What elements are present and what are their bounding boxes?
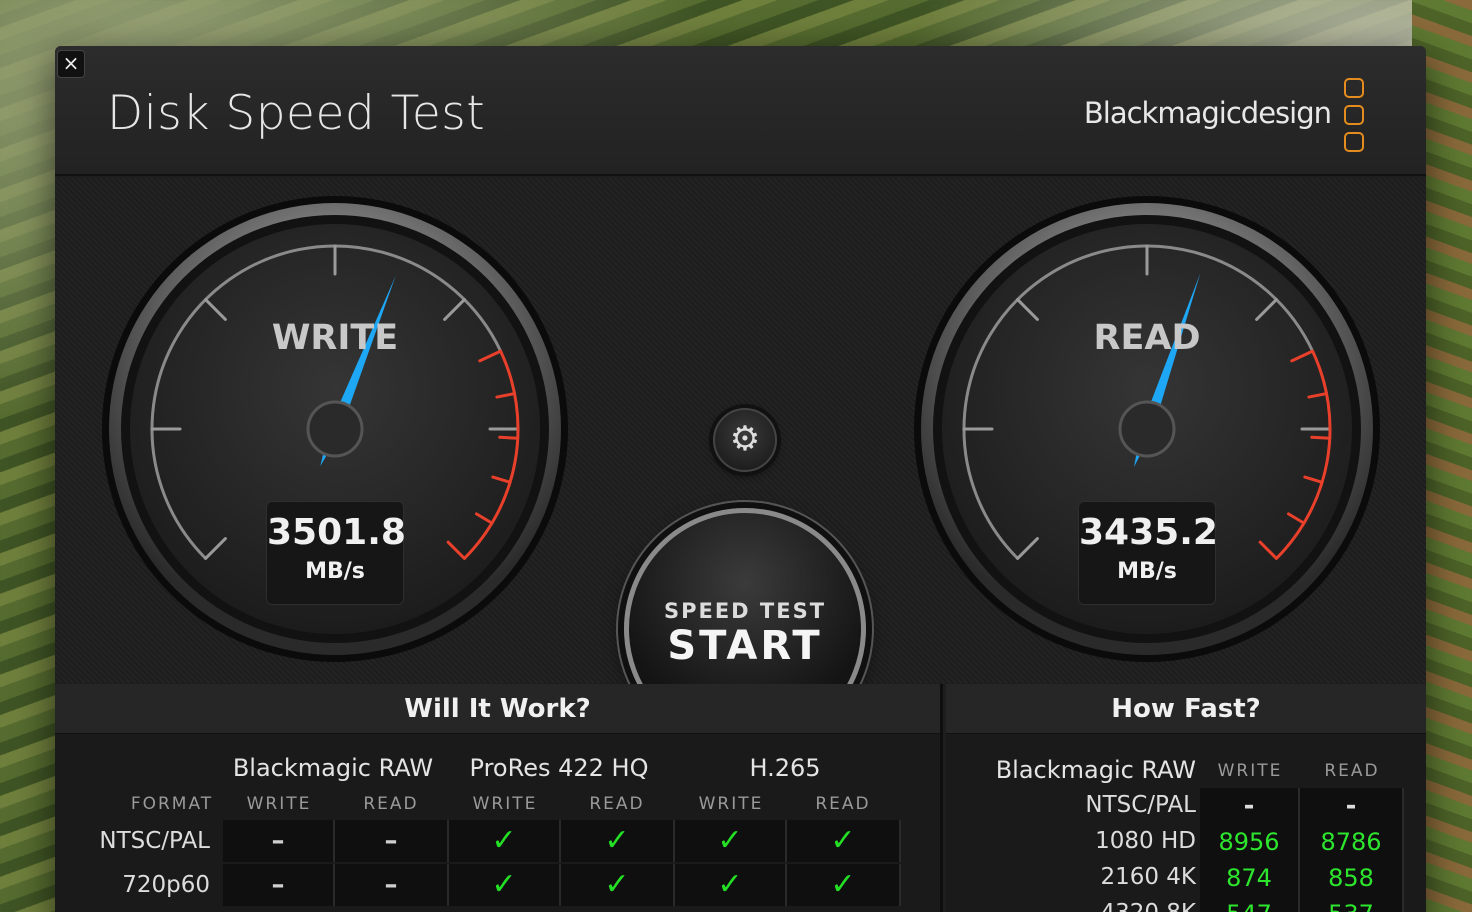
how-fast-row-format: 2160 4K: [1100, 864, 1196, 890]
h265-read-header: READ: [815, 794, 871, 814]
gauge-area: WRITE 3501.8 MB/s READ 3435.2 MB/s ⚙ SPE…: [55, 178, 1426, 750]
start-button-label: START: [667, 623, 823, 669]
gauge-redline-tick: [1310, 435, 1332, 440]
write-speed-value: 3501.8: [267, 512, 406, 553]
close-window-button[interactable]: ×: [57, 50, 85, 78]
brand-wordmark: Blackmagicdesign: [1083, 96, 1332, 130]
start-button-subtitle: SPEED TEST: [663, 599, 827, 623]
app-title: Disk Speed Test: [107, 86, 486, 141]
codec-header-braw: Blackmagic RAW: [232, 754, 434, 782]
will-cell-check-icon: ✓: [675, 864, 787, 906]
read-speed-unit: MB/s: [1117, 559, 1177, 584]
how-fast-row-format: 4320 8K: [986, 900, 1196, 912]
how-fast-row-format: NTSC/PAL: [1085, 792, 1196, 818]
disk-speed-test-window: Disk Speed Test Blackmagicdesign WRITE 3…: [55, 46, 1426, 912]
will-cell-check-icon: ✓: [787, 820, 901, 862]
prores-write-header: WRITE: [472, 794, 538, 814]
how-fast-read-value: 8786: [1300, 824, 1404, 860]
how-fast-write-value: 8956: [1200, 824, 1300, 860]
will-cell-check-icon: ✓: [449, 864, 561, 906]
will-cell-check-icon: ✓: [561, 864, 675, 906]
how-fast-write-value: 547: [1200, 896, 1300, 912]
how-fast-read-value: 537: [1300, 896, 1404, 912]
how-fast-row-format: 1080 HD: [1095, 828, 1196, 854]
will-it-work-panel: Will It Work? Blackmagic RAW ProRes 422 …: [55, 684, 943, 912]
blackmagic-logo-icon: [1342, 78, 1366, 152]
read-speed-value: 3435.2: [1079, 512, 1218, 553]
how-fast-read-value: -: [1300, 788, 1404, 824]
codec-header-h265: H.265: [749, 754, 821, 782]
how-fast-read-header: READ: [1324, 761, 1380, 781]
settings-button[interactable]: ⚙: [713, 408, 777, 472]
braw-read-header: READ: [363, 794, 419, 814]
will-it-work-title: Will It Work?: [55, 684, 940, 734]
write-readout: 3501.8 MB/s: [266, 501, 406, 605]
will-cell: –: [335, 820, 449, 862]
will-cell-check-icon: ✓: [787, 864, 901, 906]
will-cell: –: [223, 864, 335, 906]
will-row-format: 720p60: [122, 872, 210, 898]
how-fast-write-value: 874: [1200, 860, 1300, 896]
how-fast-codec: Blackmagic RAW: [995, 756, 1196, 784]
write-gauge-label: WRITE: [271, 318, 399, 358]
braw-write-header: WRITE: [246, 794, 312, 814]
will-cell: –: [223, 820, 335, 862]
how-fast-title: How Fast?: [946, 684, 1426, 734]
how-fast-write-header: WRITE: [1217, 761, 1283, 781]
gauge-redline-tick: [498, 435, 520, 440]
app-header: Disk Speed Test Blackmagicdesign: [55, 46, 1426, 176]
read-gauge-label: READ: [1093, 318, 1201, 358]
will-cell: –: [335, 864, 449, 906]
will-cell-check-icon: ✓: [561, 820, 675, 862]
will-cell-check-icon: ✓: [675, 820, 787, 862]
read-readout: 3435.2 MB/s: [1078, 501, 1218, 605]
how-fast-panel: How Fast? Blackmagic RAW WRITE READ NTSC…: [946, 684, 1426, 912]
format-column-header: FORMAT: [130, 794, 214, 814]
gear-icon: ⚙: [729, 419, 761, 459]
prores-read-header: READ: [589, 794, 645, 814]
write-speed-unit: MB/s: [305, 559, 365, 584]
will-row-format: NTSC/PAL: [99, 828, 210, 854]
how-fast-read-value: 858: [1300, 860, 1404, 896]
will-cell-check-icon: ✓: [449, 820, 561, 862]
how-fast-write-value: -: [1200, 788, 1300, 824]
h265-write-header: WRITE: [698, 794, 764, 814]
close-icon: ×: [62, 51, 80, 75]
codec-header-prores: ProRes 422 HQ: [469, 754, 649, 782]
